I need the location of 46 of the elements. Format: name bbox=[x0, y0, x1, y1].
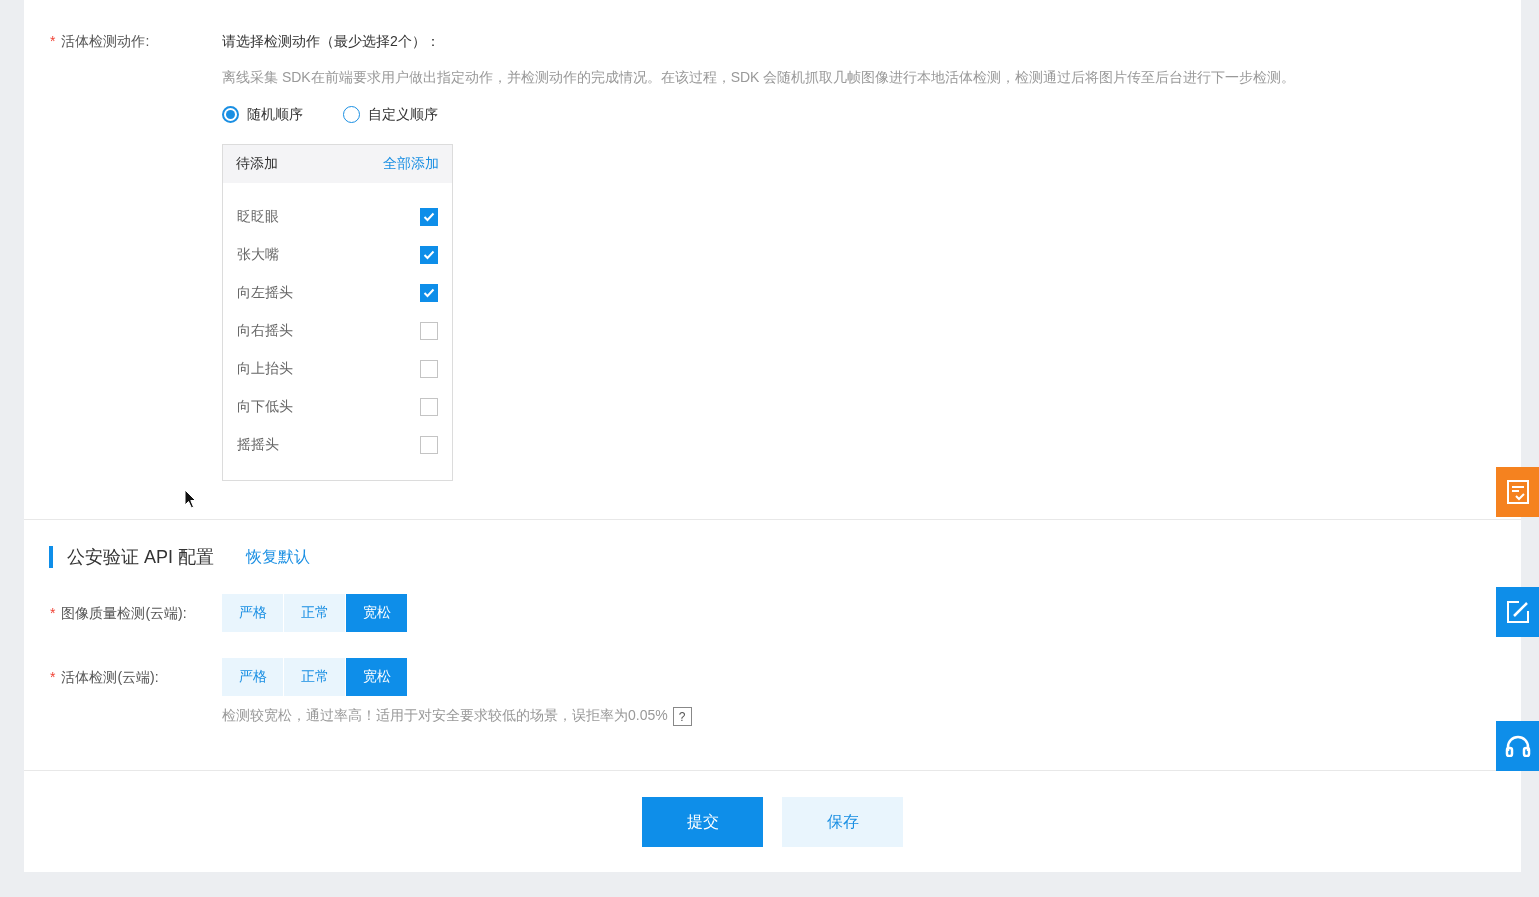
action-label: 向上抬头 bbox=[237, 360, 293, 378]
section-title: 公安验证 API 配置 bbox=[67, 546, 214, 569]
field-label: 活体检测动作: bbox=[61, 33, 150, 49]
field-label: 活体检测(云端): bbox=[61, 669, 159, 685]
level-option-button[interactable]: 严格 bbox=[222, 594, 283, 632]
level-option-button[interactable]: 正常 bbox=[284, 658, 345, 696]
action-label: 张大嘴 bbox=[237, 246, 279, 264]
save-button[interactable]: 保存 bbox=[782, 797, 903, 847]
action-label: 眨眨眼 bbox=[237, 208, 279, 226]
edit-icon bbox=[1505, 600, 1530, 624]
float-button[interactable] bbox=[1496, 467, 1539, 517]
checkbox[interactable] bbox=[420, 284, 438, 302]
action-label: 摇摇头 bbox=[237, 436, 279, 454]
radio-option[interactable]: 随机顺序 bbox=[222, 103, 303, 125]
submit-button[interactable]: 提交 bbox=[642, 797, 763, 847]
description-text: 离线采集 SDK在前端要求用户做出指定动作，并检测动作的完成情况。在该过程，SDK 会随机抓取几帧图像进行本地活体检测，检测通过后将图片传至后台进行下一步检测。 bbox=[222, 69, 1296, 85]
radio-option[interactable]: 自定义顺序 bbox=[343, 103, 438, 125]
action-label: 向下低头 bbox=[237, 398, 293, 416]
checkbox[interactable] bbox=[420, 360, 438, 378]
mouse-pointer-icon bbox=[184, 489, 197, 509]
checkbox[interactable] bbox=[420, 208, 438, 226]
help-button[interactable]: ? bbox=[672, 707, 692, 726]
required-mark: * bbox=[50, 669, 56, 685]
checkbox[interactable] bbox=[420, 398, 438, 416]
accent-bar-icon bbox=[49, 546, 53, 568]
level-option-button[interactable]: 宽松 bbox=[346, 658, 407, 696]
headphones-icon bbox=[1504, 735, 1531, 757]
level-option-button[interactable]: 正常 bbox=[284, 594, 345, 632]
checkbox[interactable] bbox=[420, 246, 438, 264]
checkbox[interactable] bbox=[420, 322, 438, 340]
action-label: 向右摇头 bbox=[237, 322, 293, 340]
float-button[interactable] bbox=[1496, 721, 1539, 771]
prompt-text: 请选择检测动作（最少选择2个）： bbox=[222, 33, 440, 49]
level-option-button[interactable]: 宽松 bbox=[346, 594, 407, 632]
float-button[interactable] bbox=[1496, 587, 1539, 637]
hint-text: 检测较宽松，通过率高！适用于对安全要求较低的场景，误拒率为0.05% bbox=[222, 706, 668, 725]
required-mark: * bbox=[50, 33, 56, 49]
field-label: 图像质量检测(云端): bbox=[61, 605, 187, 621]
restore-default-link[interactable]: 恢复默认 bbox=[246, 546, 310, 568]
checkbox[interactable] bbox=[420, 436, 438, 454]
list-title: 待添加 bbox=[236, 155, 278, 173]
add-all-link[interactable]: 全部添加 bbox=[383, 155, 439, 173]
required-mark: * bbox=[50, 605, 56, 621]
level-option-button[interactable]: 严格 bbox=[222, 658, 283, 696]
action-label: 向左摇头 bbox=[237, 284, 293, 302]
clipboard-check-icon bbox=[1506, 480, 1529, 504]
